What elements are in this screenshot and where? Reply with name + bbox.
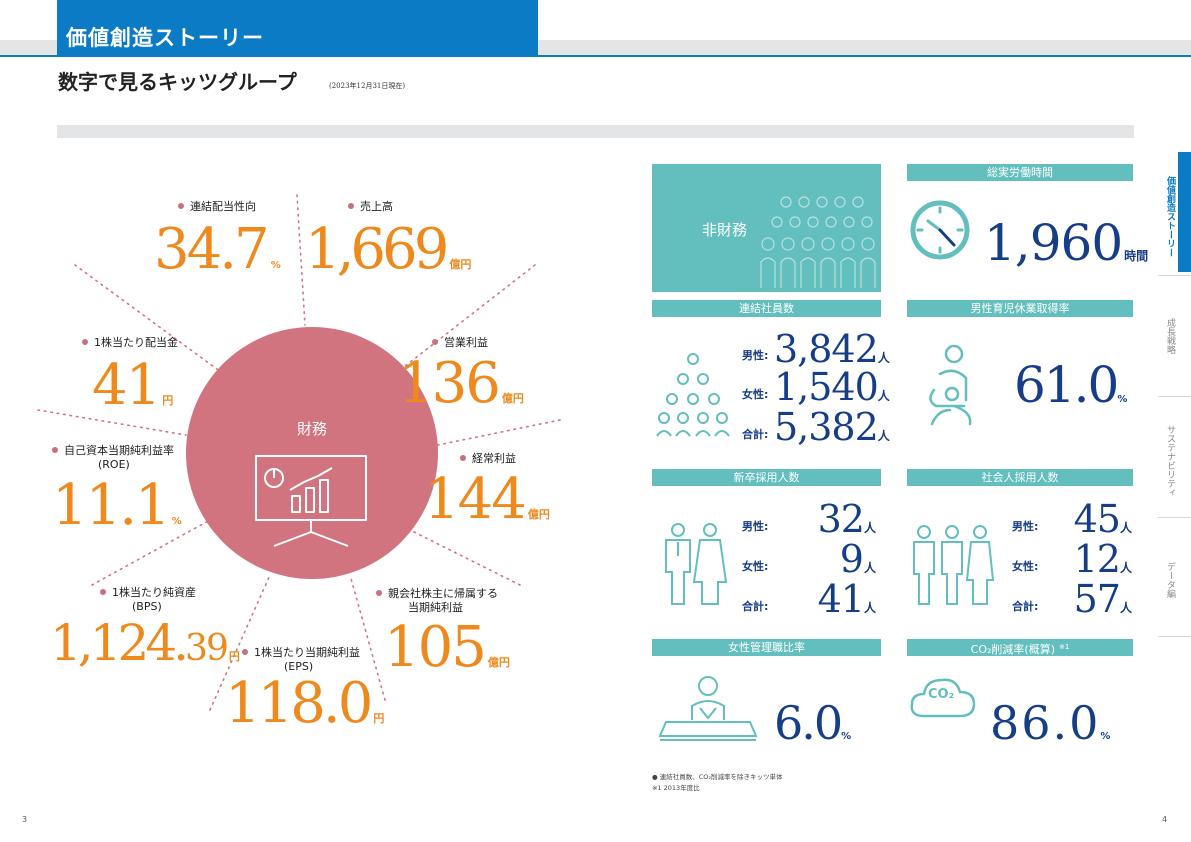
nonfinancial-label: 非財務 bbox=[702, 221, 748, 239]
mid-career-people-icon bbox=[913, 525, 994, 605]
metric-label-eps: 1株当たり当期純利益 bbox=[242, 646, 360, 660]
employees-male-label: 男性: bbox=[742, 349, 769, 362]
work-hours-header: 総実労働時間 bbox=[907, 164, 1133, 181]
work-hours-value: 1,960 時間 bbox=[984, 214, 1149, 272]
mid-career-female-label: 女性: bbox=[1012, 560, 1039, 573]
paternity-value: 61.0% bbox=[1014, 356, 1128, 414]
metric-label-operating-profit: 営業利益 bbox=[432, 336, 488, 350]
financial-label: 財務 bbox=[296, 420, 327, 438]
new-grad-female-label: 女性: bbox=[742, 560, 769, 573]
side-tab-label: データ編 bbox=[1165, 562, 1175, 598]
employees-header: 連結社員数 bbox=[652, 300, 881, 317]
metric-label-roe: 自己資本当期純利益率 bbox=[52, 444, 182, 458]
side-tab-growth[interactable]: 成長戦略 bbox=[1158, 275, 1191, 396]
metric-label-ordinary-profit: 経常利益 bbox=[460, 452, 516, 466]
metric-operating-profit: 136 億円 bbox=[398, 351, 524, 416]
metric-label-roe-abbr: (ROE) bbox=[98, 458, 130, 471]
co2-value: 86.0% bbox=[990, 696, 1111, 750]
side-tab-label: 成長戦略 bbox=[1165, 318, 1175, 354]
mid-career-male-label: 男性: bbox=[1012, 520, 1039, 533]
side-tab-label: 価値創造ストーリー bbox=[1165, 176, 1175, 257]
metric-label-net-sales: 売上高 bbox=[348, 200, 393, 214]
page-number-right: 4 bbox=[1162, 815, 1168, 824]
metric-dividend: 41 円 bbox=[92, 353, 174, 418]
metric-label-dividend: 1株当たり配当金 bbox=[82, 336, 178, 350]
new-grad-male-label: 男性: bbox=[742, 520, 769, 533]
metric-net-income: 105 億円 bbox=[384, 615, 510, 680]
metric-eps: 118.0 円 bbox=[225, 671, 385, 736]
co2-header: CO₂削減率(概算) ※1 bbox=[907, 639, 1133, 656]
parent-baby-icon bbox=[929, 344, 972, 426]
female-manager-desk-icon bbox=[658, 676, 758, 741]
paternity-header: 男性育児休業取得率 bbox=[907, 300, 1133, 317]
side-tab-label: サステナビリティ bbox=[1165, 425, 1175, 497]
side-tab-data[interactable]: データ編 bbox=[1158, 517, 1191, 637]
mid-career-header: 社会人採用人数 bbox=[907, 469, 1133, 486]
employees-group-icon bbox=[656, 353, 730, 437]
footnote-baseline: ※1 2013年度比 bbox=[652, 784, 700, 792]
footnote-scope: ● 連結社員数、CO₂削減率を除きキッツ単体 bbox=[652, 773, 783, 781]
female-manager-value: 6.0% bbox=[774, 696, 852, 750]
new-grad-male-value: 32人 bbox=[817, 497, 876, 541]
new-grad-female-value: 9人 bbox=[839, 537, 876, 581]
side-tab-value-story[interactable]: 価値創造ストーリー bbox=[1158, 152, 1191, 272]
side-tab-sustainability[interactable]: サステナビリティ bbox=[1158, 396, 1191, 517]
metric-label-net-income: 親会社株主に帰属する bbox=[376, 587, 498, 601]
co2-icon-label: CO₂ bbox=[928, 687, 955, 702]
mid-career-male-value: 45人 bbox=[1073, 497, 1132, 541]
metric-label-net-income-2: 当期純利益 bbox=[408, 601, 463, 614]
new-grad-people-icon bbox=[665, 523, 728, 605]
metric-net-sales: 1,669 億円 bbox=[305, 217, 472, 282]
female-manager-header: 女性管理職比率 bbox=[652, 639, 881, 656]
employees-total-value: 5,382人 bbox=[774, 405, 890, 449]
active-tab-indicator bbox=[1178, 152, 1191, 272]
metric-label-bps-abbr: (BPS) bbox=[132, 600, 162, 613]
mid-career-total-label: 合計: bbox=[1012, 600, 1039, 613]
employees-female-label: 女性: bbox=[742, 388, 769, 401]
metric-payout-ratio: 34.7% bbox=[154, 217, 281, 282]
employees-male-value: 3,842人 bbox=[774, 327, 890, 371]
new-grad-total-label: 合計: bbox=[742, 600, 769, 613]
clock-icon bbox=[910, 200, 970, 260]
new-grad-header: 新卒採用人数 bbox=[652, 469, 881, 486]
employees-total-label: 合計: bbox=[742, 428, 769, 441]
mid-career-total-value: 57人 bbox=[1073, 577, 1132, 621]
metric-roe: 11.1% bbox=[52, 473, 182, 538]
mid-career-female-value: 12人 bbox=[1073, 537, 1132, 581]
presentation-chart-icon bbox=[255, 455, 367, 547]
metric-bps: 1,124.39 円 bbox=[50, 614, 240, 672]
new-grad-total-value: 41人 bbox=[817, 577, 876, 621]
metric-ordinary-profit: 144 億円 bbox=[424, 467, 550, 532]
crowd-icon bbox=[760, 196, 876, 288]
metric-label-bps: 1株当たり純資産 bbox=[100, 586, 196, 600]
page-number-left: 3 bbox=[22, 815, 28, 824]
metric-label-payout-ratio: 連結配当性向 bbox=[178, 200, 256, 214]
employees-female-value: 1,540人 bbox=[774, 365, 890, 409]
